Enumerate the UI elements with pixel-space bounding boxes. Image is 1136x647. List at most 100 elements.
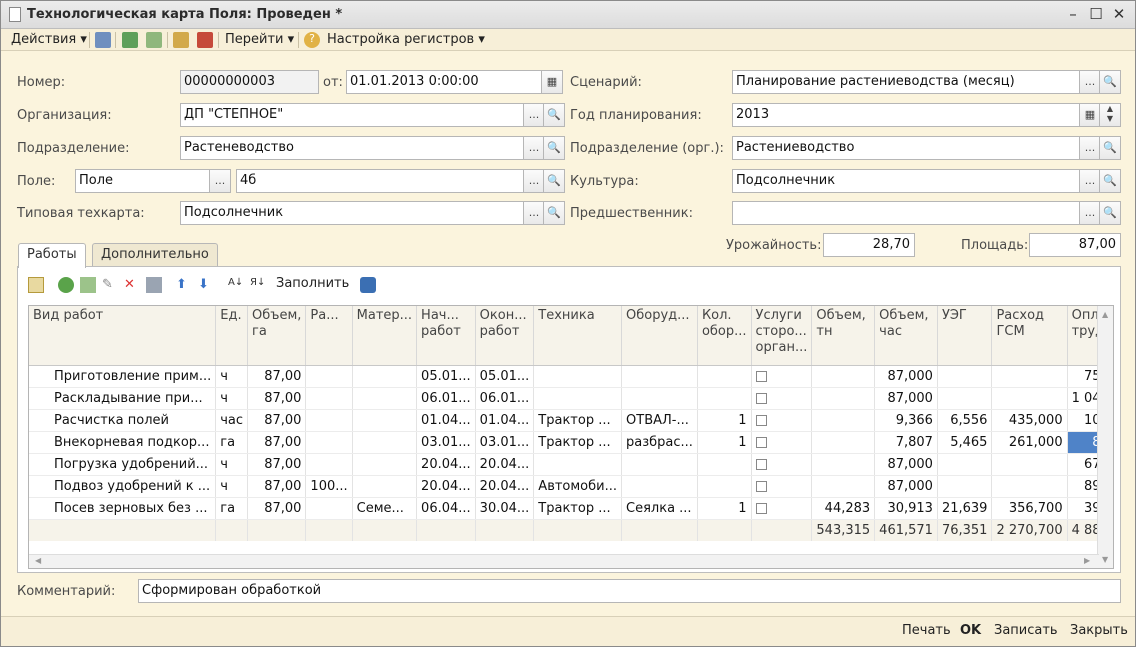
yield-field[interactable]: 28,70	[823, 233, 915, 257]
table-cell[interactable]: Внекорневая подкор...	[29, 431, 217, 454]
table-cell[interactable]	[697, 365, 752, 388]
third-party-checkbox[interactable]	[755, 392, 767, 404]
table-cell[interactable]: 87,000	[874, 453, 938, 476]
sort-asc-icon[interactable]: A↓	[228, 277, 244, 293]
table-cell[interactable]: Приготовление прим...	[29, 365, 217, 388]
year-field[interactable]: 2013	[732, 103, 1082, 127]
table-cell[interactable]	[352, 475, 418, 498]
col-volume-ha[interactable]: Объем, га	[247, 306, 307, 366]
table-cell[interactable]	[991, 387, 1068, 410]
sort-desc-icon[interactable]: Я↓	[250, 277, 266, 293]
scenario-search-icon[interactable]: 🔍	[1099, 70, 1121, 94]
techcard-field[interactable]: Подсолнечник	[180, 201, 524, 225]
minimize-icon[interactable]: –	[1063, 5, 1083, 23]
table-cell[interactable]: 87,000	[874, 475, 938, 498]
table-cell[interactable]	[811, 453, 876, 476]
dept-search-icon[interactable]: 🔍	[543, 136, 565, 160]
print-button[interactable]: Печать	[902, 623, 951, 638]
table-cell[interactable]: 21,639	[937, 497, 993, 520]
table-cell[interactable]	[697, 453, 752, 476]
techcard-select-button[interactable]: ...	[523, 201, 545, 225]
predecessor-search-icon[interactable]: 🔍	[1099, 201, 1121, 225]
table-cell[interactable]: Посев зерновых без ...	[29, 497, 217, 520]
table-cell[interactable]: Трактор ...	[533, 497, 623, 520]
movements-icon[interactable]	[197, 32, 213, 48]
vertical-scrollbar[interactable]: ▲ ▼	[1097, 306, 1113, 568]
table-cell[interactable]: Погрузка удобрений...	[29, 453, 217, 476]
move-up-icon[interactable]: ⬆	[176, 277, 192, 293]
table-cell[interactable]: 30.04...	[475, 497, 535, 520]
table-cell[interactable]	[811, 365, 876, 388]
third-party-checkbox[interactable]	[755, 414, 767, 426]
copy-icon[interactable]	[146, 32, 162, 48]
table-cell[interactable]: 87,00	[247, 409, 307, 432]
dept-org-search-icon[interactable]: 🔍	[1099, 136, 1121, 160]
table-cell[interactable]	[621, 453, 698, 476]
table-cell[interactable]	[352, 453, 418, 476]
help-icon[interactable]: ?	[304, 32, 320, 48]
dept-org-field[interactable]: Растениеводство	[732, 136, 1082, 160]
table-cell[interactable]: 5,465	[937, 431, 993, 454]
table-cell[interactable]: 87,00	[247, 365, 307, 388]
field-type-field[interactable]: Поле	[75, 169, 210, 193]
third-party-checkbox[interactable]	[755, 458, 767, 470]
edit-icon[interactable]: ✎	[102, 277, 118, 293]
table-cell[interactable]: 20.04...	[416, 453, 476, 476]
col-fuel[interactable]: Расход ГСМ	[991, 306, 1068, 366]
table-row[interactable]: Раскладывание при... ч 87,00 06.01... 06.01.…	[29, 387, 1113, 410]
table-cell[interactable]: 1	[697, 431, 752, 454]
culture-search-icon[interactable]: 🔍	[1099, 169, 1121, 193]
table-cell[interactable]	[697, 387, 752, 410]
table-cell[interactable]: 87,00	[247, 475, 307, 498]
table-cell[interactable]: 05.01...	[475, 365, 535, 388]
table-cell[interactable]: 87,00	[247, 497, 307, 520]
table-cell[interactable]	[305, 497, 353, 520]
table-cell[interactable]: Трактор ...	[533, 409, 623, 432]
table-cell[interactable]	[305, 453, 353, 476]
table-cell[interactable]: 01.04...	[475, 409, 535, 432]
table-cell[interactable]	[751, 453, 813, 476]
table-cell[interactable]	[533, 387, 623, 410]
predecessor-field[interactable]	[732, 201, 1082, 225]
refresh-icon[interactable]	[122, 32, 138, 48]
org-select-button[interactable]: ...	[523, 103, 545, 127]
table-cell[interactable]: 30,913	[874, 497, 938, 520]
ok-button[interactable]: OK	[960, 623, 981, 638]
table-cell[interactable]	[811, 409, 876, 432]
table-cell[interactable]: 06.04...	[416, 497, 476, 520]
third-party-checkbox[interactable]	[755, 436, 767, 448]
comment-field[interactable]: Сформирован обработкой	[138, 579, 1121, 603]
date-field[interactable]: 01.01.2013 0:00:00	[346, 70, 542, 94]
culture-select-button[interactable]: ...	[1079, 169, 1101, 193]
col-equipment[interactable]: Оборуд...	[621, 306, 698, 366]
predecessor-select-button[interactable]: ...	[1079, 201, 1101, 225]
table-cell[interactable]	[697, 475, 752, 498]
table-cell[interactable]	[621, 365, 698, 388]
table-row[interactable]: Подвоз удобрений к ... ч 87,00 100... 20.04.…	[29, 475, 1113, 498]
year-calendar-icon[interactable]: ▦	[1079, 103, 1101, 127]
table-cell[interactable]	[937, 475, 993, 498]
table-cell[interactable]: разбрас...	[621, 431, 698, 454]
table-cell[interactable]: га	[215, 431, 249, 454]
col-materials[interactable]: Матер...	[352, 306, 418, 366]
org-field[interactable]: ДП "СТЕПНОЕ"	[180, 103, 524, 127]
table-cell[interactable]	[751, 475, 813, 498]
table-cell[interactable]: 05.01...	[416, 365, 476, 388]
table-cell[interactable]	[305, 365, 353, 388]
table-cell[interactable]: час	[215, 409, 249, 432]
table-cell[interactable]	[305, 431, 353, 454]
table-cell[interactable]	[751, 387, 813, 410]
registers-menu[interactable]: Настройка регистров ▾	[327, 31, 485, 49]
close-button[interactable]: Закрыть	[1070, 623, 1128, 638]
table-cell[interactable]: Семе...	[352, 497, 418, 520]
table-cell[interactable]	[352, 365, 418, 388]
third-party-checkbox[interactable]	[755, 480, 767, 492]
table-row[interactable]: Погрузка удобрений... ч 87,00 20.04... 20.04…	[29, 453, 1113, 476]
table-cell[interactable]: ч	[215, 475, 249, 498]
add-icon[interactable]	[58, 277, 74, 293]
dept-field[interactable]: Растеневодство	[180, 136, 524, 160]
table-cell[interactable]: ч	[215, 387, 249, 410]
table-cell[interactable]: 03.01...	[416, 431, 476, 454]
scenario-field[interactable]: Планирование растениеводства (месяц)	[732, 70, 1082, 94]
horizontal-scrollbar[interactable]: ◀ ▶	[29, 554, 1099, 568]
